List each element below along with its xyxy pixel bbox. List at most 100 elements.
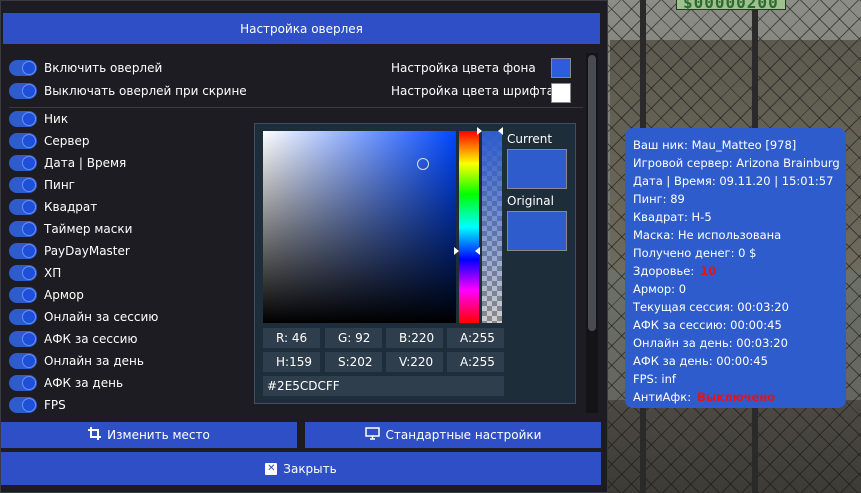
scrollbar[interactable] [586, 53, 598, 413]
toggle-switch[interactable] [9, 309, 37, 325]
toggle-row-square[interactable]: Квадрат [9, 197, 97, 217]
overlay-nick: Ваш ник: Mau_Matteo [978] [633, 138, 797, 152]
close-button[interactable]: ✕ Закрыть [1, 452, 601, 485]
toggle-row-mask-timer[interactable]: Таймер маски [9, 219, 132, 239]
toggle-row-ping[interactable]: Пинг [9, 175, 75, 195]
overlay-ping: Пинг: 89 [633, 192, 685, 206]
toggle-switch[interactable] [9, 287, 37, 303]
toggle-knob [22, 244, 36, 258]
toggle-switch[interactable] [9, 331, 37, 347]
toggle-row-hp[interactable]: ХП [9, 263, 61, 283]
h-field[interactable]: H:159 [263, 352, 320, 372]
antiafk-value: Выключено [697, 390, 776, 404]
overlay-server: Игровой сервер: Arizona Brainburg [633, 156, 840, 170]
toggle-knob [22, 376, 36, 390]
toggle-row-online-session[interactable]: Онлайн за сессию [9, 307, 158, 327]
toggle-label: Ник [44, 112, 69, 126]
toggle-row-hide-on-screenshot[interactable]: Выключать оверлей при скрине [9, 81, 247, 101]
overlay-mask: Маска: Не использована [633, 228, 782, 242]
toggle-switch[interactable] [9, 60, 37, 76]
original-color-preview[interactable] [507, 211, 567, 251]
overlay-afk-session: АФК за сессию: 00:00:45 [633, 318, 782, 332]
toggle-knob [22, 222, 36, 236]
g-field[interactable]: G: 92 [325, 328, 382, 348]
toggle-row-afk-day[interactable]: АФК за день [9, 373, 123, 393]
a-field-rgb[interactable]: A:255 [447, 328, 504, 348]
hex-field[interactable]: #2E5CDCFF [263, 376, 504, 396]
alpha-slider[interactable] [482, 131, 502, 323]
toggle-row-armor[interactable]: Армор [9, 285, 84, 305]
overlay-datetime: Дата | Время: 09.11.20 | 15:01:57 [633, 174, 834, 188]
toggle-label: Дата | Время [44, 156, 127, 170]
toggle-knob [22, 84, 36, 98]
overlay-health: Здоровье: 10 [633, 262, 846, 280]
toggle-label: Таймер маски [44, 222, 133, 236]
toggle-knob [22, 354, 36, 368]
overlay-fps: FPS: inf [633, 372, 676, 386]
toggle-switch[interactable] [9, 221, 37, 237]
toggle-switch[interactable] [9, 133, 37, 149]
toggle-row-enable-overlay[interactable]: Включить оверлей [9, 58, 162, 78]
close-icon: ✕ [265, 462, 278, 475]
color-picker: Current Original R: 46 G: 92 B:220 A:255… [254, 123, 576, 404]
close-button-label: Закрыть [283, 461, 337, 476]
toggle-switch[interactable] [9, 177, 37, 193]
hue-slider[interactable] [459, 131, 479, 323]
move-button[interactable]: Изменить место [1, 422, 297, 448]
toggle-knob [22, 112, 36, 126]
current-color-preview [507, 149, 567, 189]
money-counter: $00000200 [676, 0, 786, 12]
toggle-switch[interactable] [9, 111, 37, 127]
crop-icon [88, 426, 102, 444]
overlay-panel[interactable]: Ваш ник: Mau_Matteo [978] Игровой сервер… [625, 128, 846, 408]
toggle-row-server[interactable]: Сервер [9, 131, 89, 151]
s-field[interactable]: S:202 [325, 352, 382, 372]
original-label: Original [507, 194, 554, 208]
toggle-switch[interactable] [9, 265, 37, 281]
toggle-label: Армор [44, 288, 84, 302]
overlay-antiafk: АнтиАфк: Выключено [633, 388, 846, 406]
scroll-thumb[interactable] [588, 55, 596, 331]
monitor-icon [364, 426, 380, 444]
toggle-label: Сервер [44, 134, 90, 148]
v-field[interactable]: V:220 [386, 352, 443, 372]
toggle-label: Выключать оверлей при скрине [44, 84, 247, 98]
toggle-row-fps[interactable]: FPS [9, 395, 66, 415]
toggle-switch[interactable] [9, 243, 37, 259]
toggle-label: Онлайн за сессию [44, 310, 159, 324]
toggle-knob [22, 134, 36, 148]
bg-color-swatch[interactable] [551, 58, 571, 78]
toggle-knob [22, 61, 36, 75]
defaults-button[interactable]: Стандартные настройки [305, 422, 601, 448]
toggle-knob [22, 398, 36, 412]
toggle-knob [22, 178, 36, 192]
toggle-label: ХП [44, 266, 62, 280]
toggle-row-paydaymaster[interactable]: PayDayMaster [9, 241, 130, 261]
toggle-row-afk-session[interactable]: АФК за сессию [9, 329, 138, 349]
b-field[interactable]: B:220 [386, 328, 443, 348]
alpha-arrow-right [498, 127, 503, 135]
saturation-value-area[interactable] [263, 131, 456, 323]
toggle-switch[interactable] [9, 83, 37, 99]
toggle-row-nick[interactable]: Ник [9, 109, 68, 129]
toggle-switch[interactable] [9, 375, 37, 391]
toggle-switch[interactable] [9, 353, 37, 369]
bg-color-label: Настройка цвета фона [391, 61, 536, 75]
sv-cursor[interactable] [417, 158, 429, 170]
r-field[interactable]: R: 46 [263, 328, 320, 348]
overlay-session: Текущая сессия: 00:03:20 [633, 300, 789, 314]
toggle-label: FPS [44, 398, 66, 412]
toggle-label: АФК за сессию [44, 332, 138, 346]
toggle-switch[interactable] [9, 199, 37, 215]
hue-arrow-right [475, 247, 480, 255]
toggle-row-datetime[interactable]: Дата | Время [9, 153, 126, 173]
toggle-switch[interactable] [9, 155, 37, 171]
toggle-row-online-day[interactable]: Онлайн за день [9, 351, 144, 371]
toggle-label: АФК за день [44, 376, 124, 390]
toggle-switch[interactable] [9, 397, 37, 413]
font-color-swatch[interactable] [551, 83, 571, 103]
window-title: Настройка оверлея [3, 13, 600, 44]
antiafk-label: АнтиАфк: [633, 390, 692, 404]
a-field-hsv[interactable]: A:255 [447, 352, 504, 372]
toggle-knob [22, 310, 36, 324]
